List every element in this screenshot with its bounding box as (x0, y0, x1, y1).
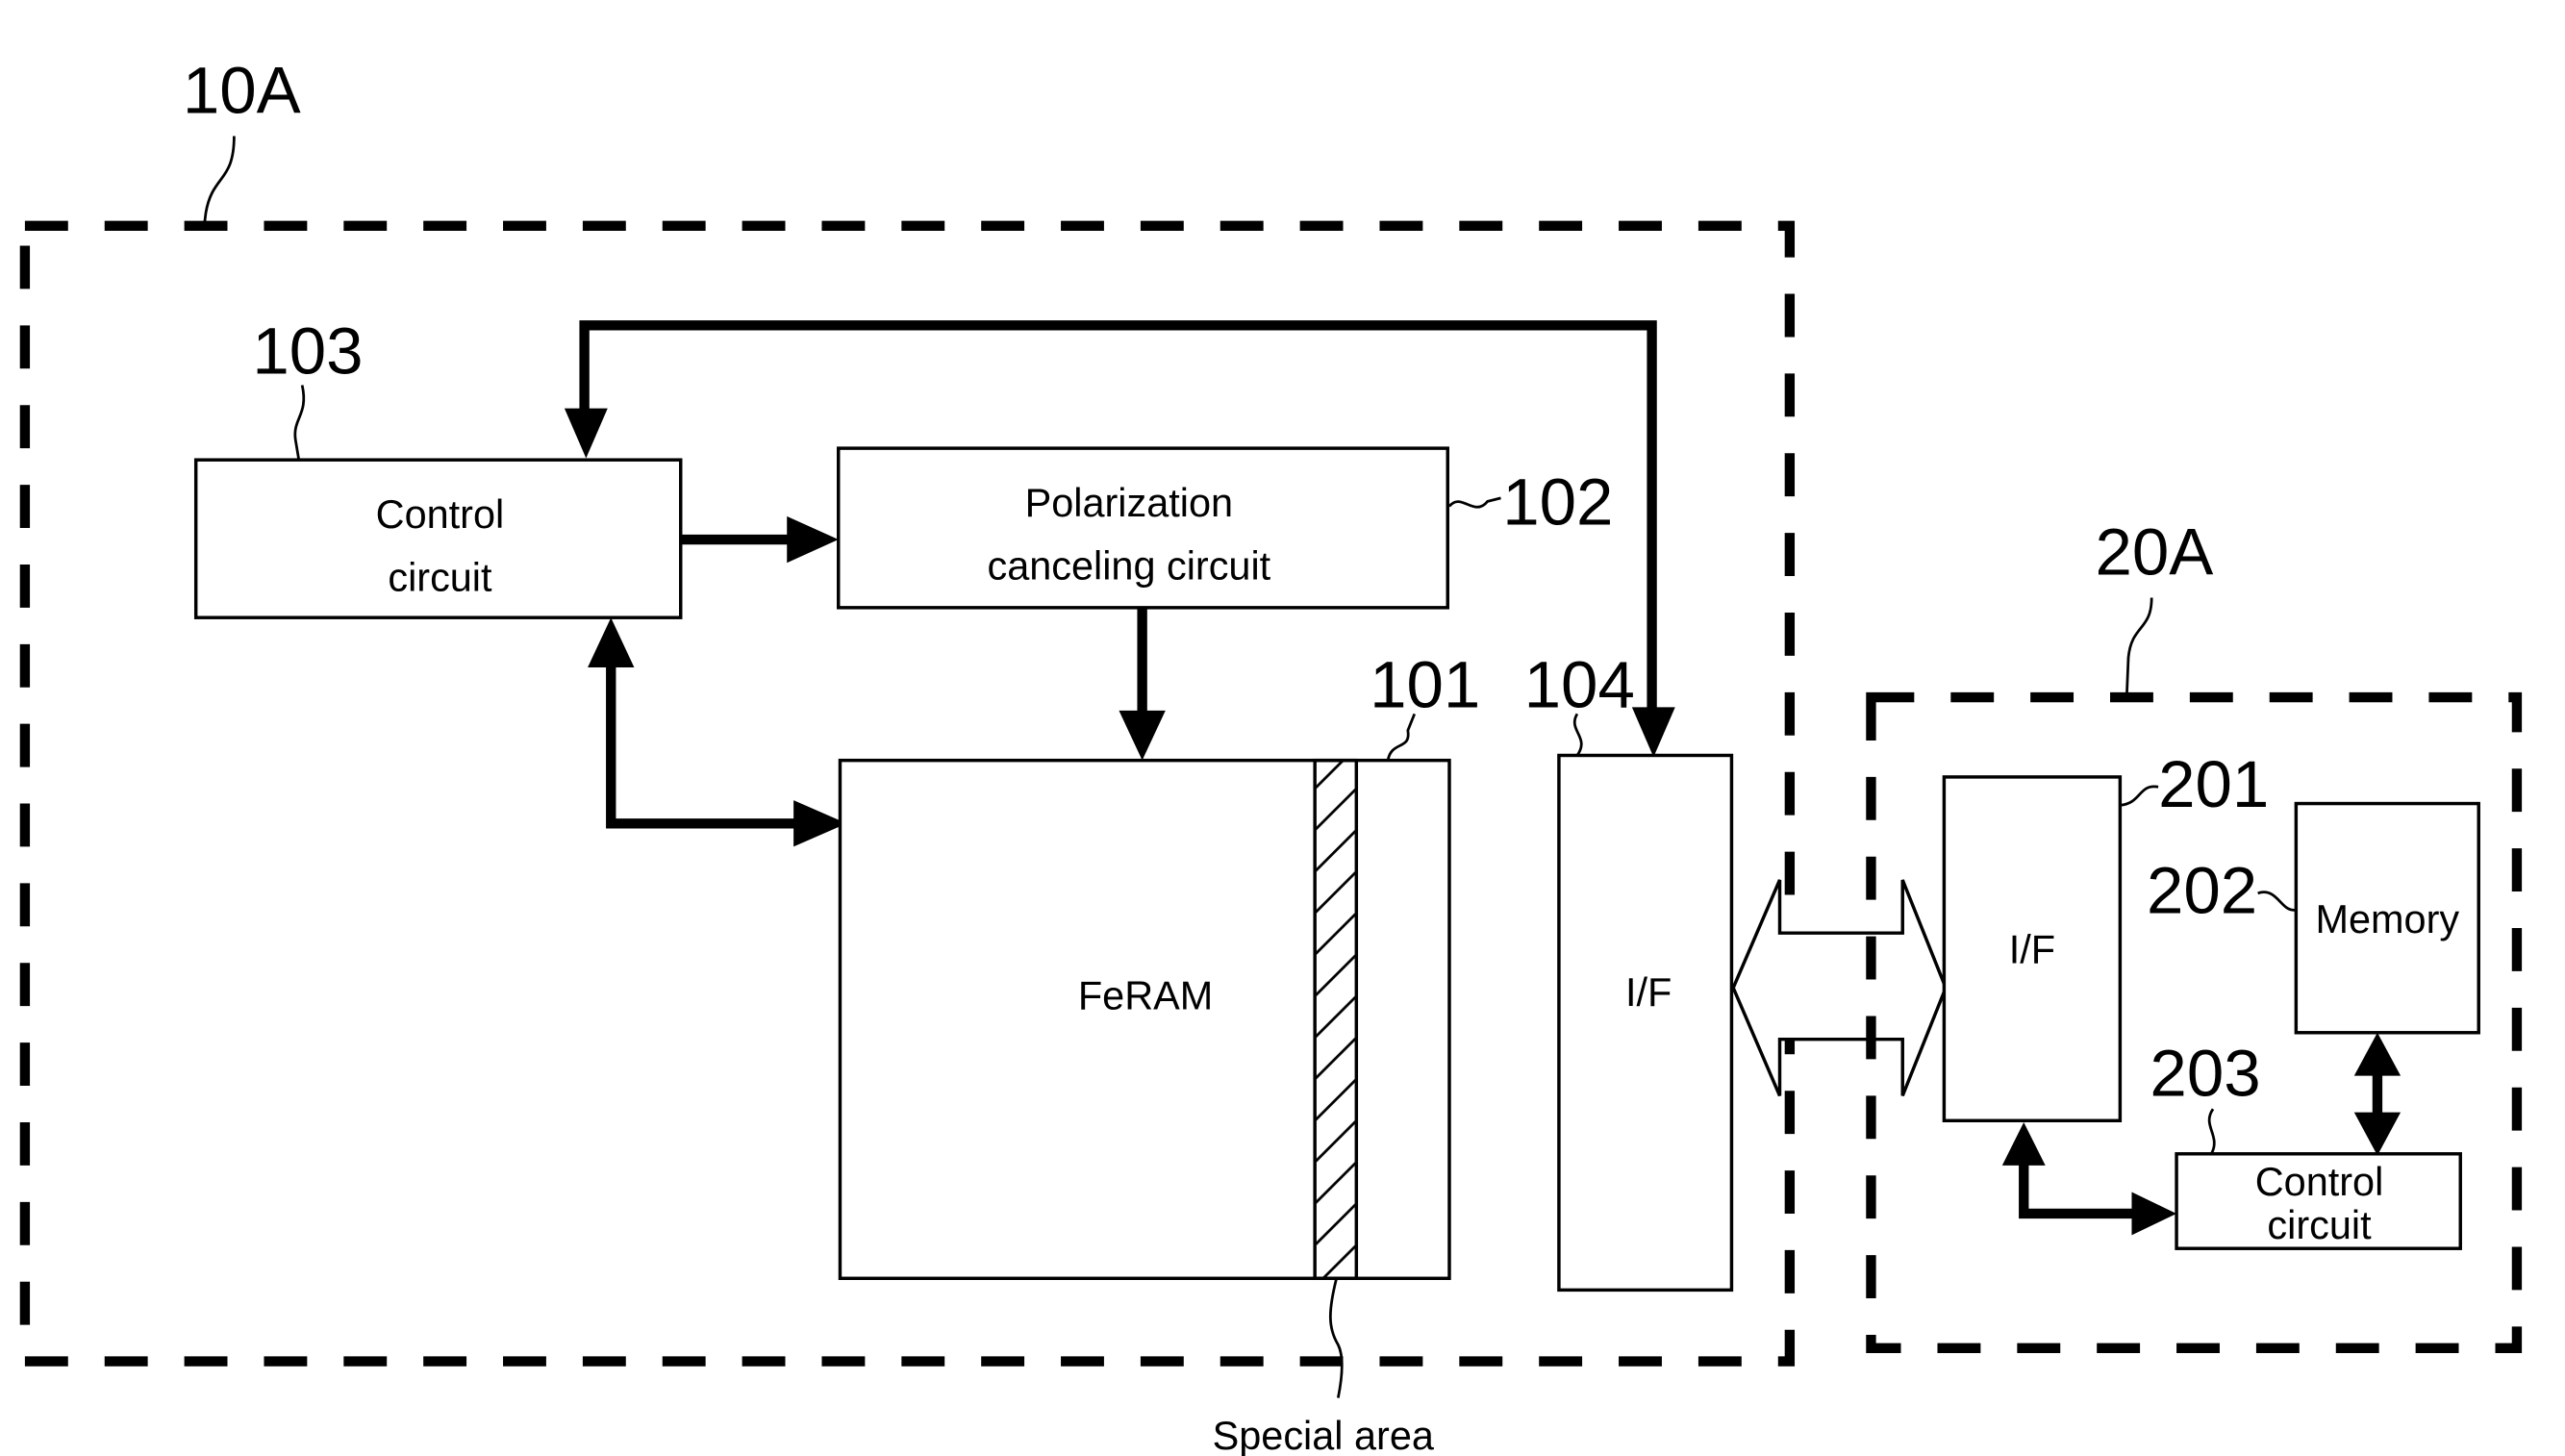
special-area-label: Special area (1213, 1413, 1435, 1456)
block-memory-202: Memory (2294, 801, 2480, 1035)
block-polarization-canceling-102: Polarization canceling circuit (837, 446, 1449, 610)
block-203-line2: circuit (2267, 1202, 2372, 1247)
group-20a-label: 20A (2095, 514, 2213, 589)
arrowhead-into-203-left (2131, 1192, 2177, 1236)
block-feram-101: FeRAM (838, 758, 1451, 1281)
ref-103: 103 (252, 313, 363, 388)
ref-203: 203 (2150, 1035, 2260, 1110)
block-102-line1: Polarization (1025, 480, 1233, 525)
block-201-label: I/F (2009, 926, 2055, 971)
block-101-label: FeRAM (1078, 973, 1213, 1018)
group-10a-label: 10A (183, 52, 301, 127)
block-diagram: 10A Control circuit 103 Polarization can… (19, 52, 2523, 1456)
leader-203 (2207, 1108, 2216, 1155)
arrowhead-into-103-bottom (588, 617, 635, 667)
ref-102: 102 (1502, 464, 1613, 540)
leader-201 (2120, 785, 2159, 807)
leader-special-area (1328, 1277, 1344, 1398)
leader-202 (2257, 891, 2297, 912)
arrowhead-into-102 (787, 515, 839, 564)
block-if-201: I/F (1942, 775, 2123, 1123)
block-102-line2: canceling circuit (987, 542, 1270, 588)
arrowhead-into-104 (1631, 707, 1675, 758)
block-control-circuit-203: Control circuit (2175, 1152, 2462, 1250)
bus-104-to-201 (1731, 879, 1948, 1097)
arrowhead-into-101-top (1119, 710, 1166, 761)
block-203-line1: Control (2255, 1159, 2384, 1204)
ref-101: 101 (1370, 646, 1480, 721)
ref-202: 202 (2147, 852, 2257, 927)
arrowhead-into-201 (2001, 1122, 2046, 1166)
block-104-label: I/F (1625, 969, 1672, 1015)
arrowhead-into-202 (2353, 1032, 2402, 1076)
special-area-region (1313, 758, 1359, 1281)
group-20a-leader (2125, 597, 2153, 698)
leader-102 (1447, 496, 1501, 509)
block-103-line1: Control (376, 491, 505, 537)
arrow-201-to-203 (2019, 1162, 2139, 1219)
block-control-circuit-103: Control circuit (193, 458, 683, 619)
block-103-line2: circuit (388, 555, 492, 600)
block-if-104: I/F (1557, 753, 1734, 1293)
arrow-103-to-101 (606, 661, 801, 829)
ref-104: 104 (1524, 646, 1635, 721)
block-202-label: Memory (2316, 896, 2460, 941)
leader-103 (293, 385, 306, 461)
group-10a-leader (202, 136, 236, 226)
arrowhead-into-103 (564, 408, 608, 459)
arrowhead-into-203-top (2353, 1112, 2402, 1156)
ref-201: 201 (2158, 746, 2269, 821)
